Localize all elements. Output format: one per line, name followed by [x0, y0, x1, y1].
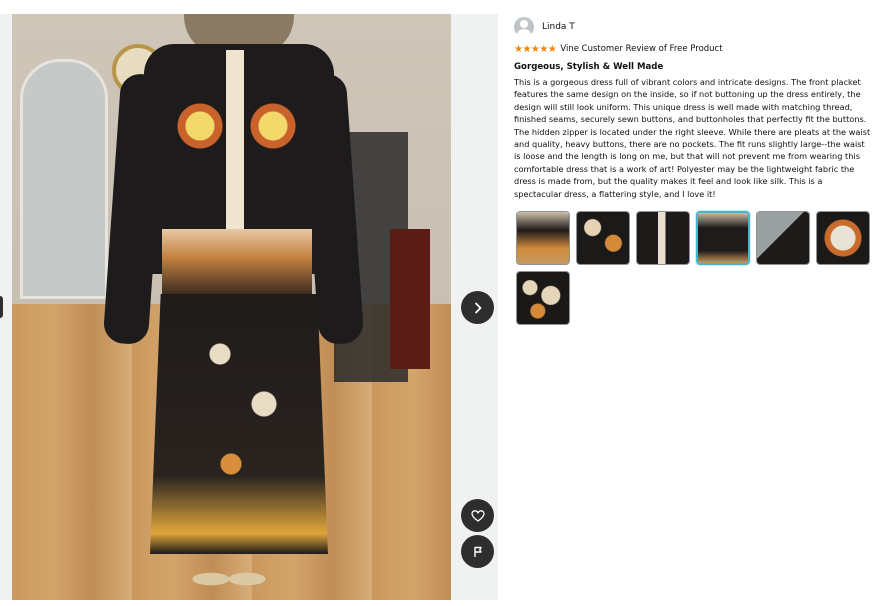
review-body: This is a gorgeous dress full of vibrant… — [514, 77, 871, 199]
review-thumbnails — [514, 211, 874, 331]
thumbnail-5-image — [757, 212, 809, 265]
thumbnail-2[interactable] — [576, 211, 630, 266]
thumbnail-3[interactable] — [636, 211, 690, 266]
thumbnail-7-image — [517, 272, 569, 325]
thumbnail-1-image — [517, 212, 569, 265]
reviewer-name[interactable]: Linda T — [542, 22, 575, 32]
rating-row: ★★★★★ Vine Customer Review of Free Produ… — [514, 42, 874, 56]
previous-image-button[interactable] — [0, 296, 3, 318]
photo-door — [20, 59, 108, 299]
thumbnail-7[interactable] — [516, 271, 570, 326]
heart-icon — [470, 509, 485, 522]
report-button[interactable] — [461, 535, 494, 568]
next-image-button[interactable] — [461, 291, 494, 324]
avatar — [514, 17, 534, 37]
thumbnail-6-image — [817, 212, 869, 265]
photo-dress-flower-left — [174, 99, 226, 189]
thumbnail-6[interactable] — [816, 211, 870, 266]
vine-review-label: Vine Customer Review of Free Product — [560, 44, 723, 54]
review-media-viewer — [0, 14, 498, 600]
review-photo[interactable] — [12, 14, 451, 600]
photo-dress-waist — [162, 229, 312, 299]
photo-speaker — [390, 229, 430, 369]
helpful-like-button[interactable] — [461, 499, 494, 532]
review-title: Gorgeous, Stylish & Well Made — [514, 62, 664, 72]
star-rating-icon: ★★★★★ — [514, 43, 557, 55]
photo-shoes — [188, 559, 270, 599]
thumbnail-5[interactable] — [756, 211, 810, 266]
thumbnail-2-image — [577, 212, 629, 265]
reviewer-profile[interactable]: Linda T — [514, 16, 874, 38]
flag-icon — [473, 546, 482, 557]
photo-dress-flower-right — [247, 99, 299, 189]
thumbnail-1[interactable] — [516, 211, 570, 266]
thumbnail-4-image — [698, 213, 748, 264]
photo-dress-skirt-pattern — [187, 314, 297, 514]
review-panel: Linda T ★★★★★ Vine Customer Review of Fr… — [514, 16, 874, 331]
thumbnail-3-image — [637, 212, 689, 265]
thumbnail-4[interactable] — [696, 211, 750, 266]
chevron-right-icon — [474, 302, 481, 313]
